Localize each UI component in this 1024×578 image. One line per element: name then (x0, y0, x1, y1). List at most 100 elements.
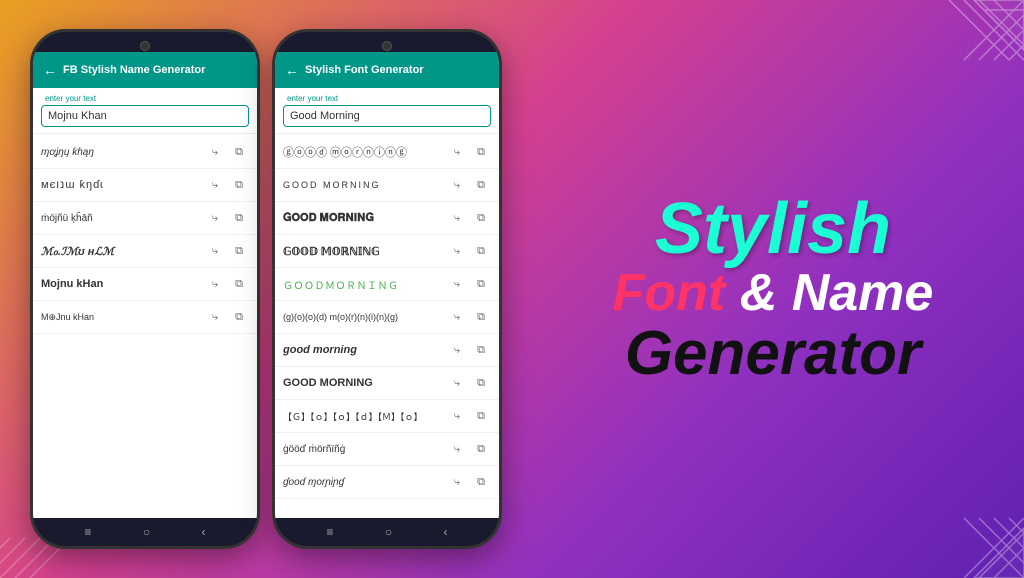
share-icon[interactable]: ⤷ (447, 274, 467, 294)
share-icon[interactable]: ⤷ (205, 175, 225, 195)
result-text: ġööď ṁörñïñġ (283, 444, 447, 455)
home-button-2[interactable]: ○ (385, 525, 392, 539)
list-item: 【Ｇ】【ｏ】【ｏ】【ｄ】【Ｍ】【ｏ】 ⤷ ⧉ (275, 400, 499, 433)
phone-screen-2: ← Stylish Font Generator enter your text… (275, 52, 499, 518)
share-icon[interactable]: ⤷ (447, 406, 467, 426)
result-actions: ⤷ ⧉ (447, 340, 491, 360)
copy-icon[interactable]: ⧉ (471, 274, 491, 294)
menu-button-2[interactable]: ≡ (326, 525, 333, 539)
copy-icon[interactable]: ⧉ (229, 175, 249, 195)
result-actions: ⤷ ⧉ (447, 208, 491, 228)
share-icon[interactable]: ⤷ (447, 208, 467, 228)
share-icon[interactable]: ⤷ (447, 373, 467, 393)
phone-header-1: ← FB Stylish Name Generator (33, 52, 257, 88)
share-icon[interactable]: ⤷ (205, 241, 225, 261)
result-text: 𝔾𝕆𝕆𝔻 𝕄𝕆ℝℕ𝕀ℕ𝔾 (283, 245, 447, 258)
list-item: ṁöjñü ķĥāñ ⤷ ⧉ (33, 202, 257, 235)
result-actions: ⤷ ⧉ (205, 241, 249, 261)
back-button-1[interactable]: ← (43, 62, 57, 78)
result-text: ⓖⓞⓞⓓ ⓜⓞⓡⓝⓘⓝⓖ (283, 144, 447, 160)
result-actions: ⤷ ⧉ (205, 307, 249, 327)
menu-button-1[interactable]: ≡ (84, 525, 91, 539)
share-icon[interactable]: ⤷ (447, 175, 467, 195)
result-text: Mojnu kHan (41, 278, 205, 290)
copy-icon[interactable]: ⧉ (471, 439, 491, 459)
share-icon[interactable]: ⤷ (205, 142, 225, 162)
phone-top-2 (275, 32, 499, 52)
copy-icon[interactable]: ⧉ (229, 307, 249, 327)
phone-camera-2 (382, 41, 392, 51)
copy-icon[interactable]: ⧉ (471, 175, 491, 195)
result-text: ＧＯＯＤＭＯＲＮＩＮＧ (283, 277, 447, 292)
copy-icon[interactable]: ⧉ (471, 406, 491, 426)
copy-icon[interactable]: ⧉ (229, 241, 249, 261)
result-text: ṁöjñü ķĥāñ (41, 213, 205, 224)
result-actions: ⤷ ⧉ (447, 175, 491, 195)
back-nav-button-1[interactable]: ‹ (202, 525, 206, 539)
text-input-1[interactable] (41, 105, 249, 127)
result-text: 【Ｇ】【ｏ】【ｏ】【ｄ】【Ｍ】【ｏ】 (283, 410, 447, 423)
promo-section: Stylish Font & Name Generator (522, 173, 1024, 404)
list-item: good morning ⤷ ⧉ (275, 334, 499, 367)
share-icon[interactable]: ⤷ (205, 274, 225, 294)
phone-1: ← FB Stylish Name Generator enter your t… (30, 29, 260, 549)
copy-icon[interactable]: ⧉ (471, 340, 491, 360)
phone-notch-1 (115, 38, 175, 52)
copy-icon[interactable]: ⧉ (471, 373, 491, 393)
share-icon[interactable]: ⤷ (447, 241, 467, 261)
phone-2: ← Stylish Font Generator enter your text… (272, 29, 502, 549)
result-actions: ⤷ ⧉ (205, 274, 249, 294)
input-section-2: enter your text (275, 88, 499, 134)
copy-icon[interactable]: ⧉ (471, 208, 491, 228)
result-actions: ⤷ ⧉ (447, 241, 491, 261)
copy-icon[interactable]: ⧉ (471, 241, 491, 261)
header-title-1: FB Stylish Name Generator (63, 64, 205, 76)
result-actions: ⤷ ⧉ (447, 472, 491, 492)
share-icon[interactable]: ⤷ (447, 340, 467, 360)
share-icon[interactable]: ⤷ (447, 439, 467, 459)
list-item: GOOD MORNING ⤷ ⧉ (275, 169, 499, 202)
share-icon[interactable]: ⤷ (447, 307, 467, 327)
promo-name-word: Name (792, 264, 934, 322)
phone-header-2: ← Stylish Font Generator (275, 52, 499, 88)
copy-icon[interactable]: ⧉ (471, 142, 491, 162)
share-icon[interactable]: ⤷ (447, 142, 467, 162)
list-item: ɱơʝŋų ƙɦąŋ ⤷ ⧉ (33, 136, 257, 169)
result-text: GOOD MORNING (283, 377, 447, 389)
result-actions: ⤷ ⧉ (447, 307, 491, 327)
results-list-1: ɱơʝŋų ƙɦąŋ ⤷ ⧉ мєנוɯ ƙŋɗɩ ⤷ ⧉ ṁöjñü ķĥāñ (33, 134, 257, 518)
phone-camera-1 (140, 41, 150, 51)
input-label-2: enter your text (283, 94, 491, 103)
copy-icon[interactable]: ⧉ (229, 274, 249, 294)
result-actions: ⤷ ⧉ (205, 175, 249, 195)
promo-font-word: Font (613, 264, 726, 322)
list-item: (g)(o)(o)(d) m(o)(r)(n)(i)(n)(g) ⤷ ⧉ (275, 301, 499, 334)
header-title-2: Stylish Font Generator (305, 64, 424, 76)
back-nav-button-2[interactable]: ‹ (444, 525, 448, 539)
copy-icon[interactable]: ⧉ (471, 472, 491, 492)
result-actions: ⤷ ⧉ (447, 142, 491, 162)
text-input-2[interactable] (283, 105, 491, 127)
results-list-2: ⓖⓞⓞⓓ ⓜⓞⓡⓝⓘⓝⓖ ⤷ ⧉ GOOD MORNING ⤷ ⧉ 𝐆𝐎𝐎𝐃 𝐌… (275, 134, 499, 518)
phone-bottom-bar-1: ≡ ○ ‹ (33, 518, 257, 546)
back-button-2[interactable]: ← (285, 62, 299, 78)
share-icon[interactable]: ⤷ (205, 307, 225, 327)
phone-bottom-bar-2: ≡ ○ ‹ (275, 518, 499, 546)
list-item: ġööď ṁörñïñġ ⤷ ⧉ (275, 433, 499, 466)
list-item: Mojnu kHan ⤷ ⧉ (33, 268, 257, 301)
phones-container: ← FB Stylish Name Generator enter your t… (0, 9, 522, 569)
phone-screen-1: ← FB Stylish Name Generator enter your t… (33, 52, 257, 518)
copy-icon[interactable]: ⧉ (471, 307, 491, 327)
promo-line3: Generator (625, 323, 921, 385)
copy-icon[interactable]: ⧉ (229, 142, 249, 162)
share-icon[interactable]: ⤷ (447, 472, 467, 492)
result-actions: ⤷ ⧉ (205, 208, 249, 228)
result-actions: ⤷ ⧉ (447, 274, 491, 294)
share-icon[interactable]: ⤷ (205, 208, 225, 228)
list-item: 𝔾𝕆𝕆𝔻 𝕄𝕆ℝℕ𝕀ℕ𝔾 ⤷ ⧉ (275, 235, 499, 268)
result-actions: ⤷ ⧉ (447, 439, 491, 459)
result-actions: ⤷ ⧉ (447, 373, 491, 393)
copy-icon[interactable]: ⧉ (229, 208, 249, 228)
phone-notch-2 (357, 38, 417, 52)
home-button-1[interactable]: ○ (143, 525, 150, 539)
